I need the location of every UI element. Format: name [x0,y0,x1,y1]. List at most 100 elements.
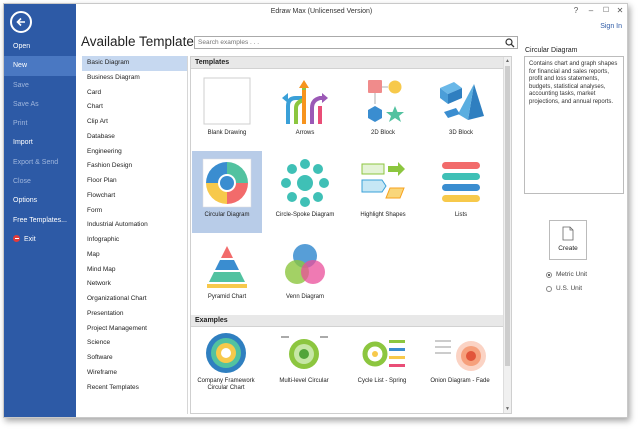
category-item[interactable]: Software [82,351,187,366]
template-label: Venn Diagram [285,294,325,300]
category-item[interactable]: Basic Diagram [82,56,187,71]
venn-icon [280,240,330,290]
sign-in-link[interactable]: Sign In [600,23,622,30]
metric-unit-label: Metric Unit [556,271,588,278]
example-tile[interactable]: Onion Diagram - Fade [425,327,495,405]
template-tile[interactable]: 2D Block [348,69,418,151]
category-item[interactable]: Network [82,277,187,292]
category-item[interactable]: Flowchart [82,189,187,204]
backstage-item-close: Close [4,172,76,191]
category-item[interactable]: Clip Art [82,115,187,130]
template-tile[interactable]: 3D Block [426,69,496,151]
minimize-icon[interactable]: – [584,6,598,15]
category-item[interactable]: Fashion Design [82,159,187,174]
backstage-item-save: Save [4,76,76,95]
title-bar: Edraw Max (Unlicensed Version) ? – ☐ ✕ [76,4,627,22]
category-item[interactable]: Form [82,204,187,219]
close-icon[interactable]: ✕ [613,6,627,15]
category-item[interactable]: Science [82,336,187,351]
backstage-item-label: Options [13,197,38,205]
template-label: Arrows [295,130,315,136]
category-item[interactable]: Map [82,248,187,263]
template-label: Lists [454,212,468,218]
category-item[interactable]: Engineering [82,145,187,160]
example-tile[interactable]: Company Framework Circular Chart [191,327,261,405]
blank-icon [202,76,252,126]
category-item[interactable]: Mind Map [82,263,187,278]
backstage-panel: Open New Save Save As Print Import Export & Se… [4,4,76,417]
category-list: Basic Diagram Business Diagram Card Chart Cl… [82,56,187,395]
circle-spoke-icon [280,158,330,208]
example-label: Onion Diagram - Fade [430,378,490,384]
category-item[interactable]: Organizational Chart [82,292,187,307]
backstage-item-export-send: Export & Send [4,153,76,172]
backstage-item-label: Close [13,178,31,186]
examples-grid: Company Framework Circular Chart Multi-l… [191,327,511,405]
app-window: Open New Save Save As Print Import Export & Se… [3,3,628,418]
arrows-icon [280,76,330,126]
backstage-item-free-templates[interactable]: Free Templates... [4,211,76,230]
category-item[interactable]: Card [82,86,187,101]
exit-icon [13,234,20,242]
maximize-icon[interactable]: ☐ [599,6,613,14]
metric-unit-option[interactable]: Metric Unit [546,271,587,278]
template-tile[interactable]: Highlight Shapes [348,151,418,233]
divider [187,56,188,414]
scroll-up-icon[interactable]: ▲ [504,57,511,65]
window-title: Edraw Max (Unlicensed Version) [270,8,373,15]
2d-block-icon [358,76,408,126]
category-item[interactable]: Industrial Automation [82,218,187,233]
category-item[interactable]: Database [82,130,187,145]
highlight-shapes-icon [358,158,408,208]
search-icon[interactable] [505,38,515,48]
category-item[interactable]: Floor Plan [82,174,187,189]
template-tile[interactable]: Lists [426,151,496,233]
template-tile[interactable]: Pyramid Chart [192,233,262,315]
template-tile[interactable]: Arrows [270,69,340,151]
search-box [194,36,518,49]
category-item[interactable]: Infographic [82,233,187,248]
category-item[interactable]: Business Diagram [82,71,187,86]
detail-description: Contains chart and graph shapes for fina… [524,56,624,194]
category-item[interactable]: Project Management [82,322,187,337]
category-item[interactable]: Presentation [82,307,187,322]
radio-icon[interactable] [546,285,552,292]
template-tile-selected[interactable]: Circular Diagram [192,151,262,233]
template-tile[interactable]: Circle-Spoke Diagram [270,151,340,233]
template-tile[interactable]: Venn Diagram [270,233,340,315]
example-thumbnail [199,332,254,374]
circular-diagram-icon [202,158,252,208]
create-button[interactable]: Create [549,220,587,260]
pyramid-icon [202,240,252,290]
backstage-item-print: Print [4,114,76,133]
backstage-item-exit[interactable]: Exit [4,230,76,249]
page-title: Available Templates [81,34,201,49]
backstage-item-import[interactable]: Import [4,133,76,152]
category-item[interactable]: Recent Templates [82,381,187,396]
3d-block-icon [436,76,486,126]
template-tile[interactable]: Blank Drawing [192,69,262,151]
backstage-item-open[interactable]: Open [4,37,76,56]
help-icon[interactable]: ? [569,6,583,15]
search-input[interactable] [195,37,495,48]
scroll-thumb[interactable] [505,66,510,366]
example-tile[interactable]: Multi-level Circular [269,327,339,405]
templates-section-header: Templates [191,57,511,69]
backstage-item-label: New [13,62,28,70]
backstage-item-new[interactable]: New [4,56,76,76]
radio-selected-icon[interactable] [546,271,552,278]
category-item[interactable]: Chart [82,100,187,115]
example-label: Multi-level Circular [279,378,329,384]
template-label: Highlight Shapes [360,212,406,218]
gallery-scrollbar[interactable]: ▲ ▼ [503,57,511,413]
lists-icon [436,158,486,208]
us-unit-option[interactable]: U.S. Unit [546,285,582,292]
category-item[interactable]: Wireframe [82,366,187,381]
back-button[interactable] [10,11,32,33]
scroll-down-icon[interactable]: ▼ [504,405,511,413]
example-thumbnail [433,332,488,374]
backstage-item-options[interactable]: Options [4,191,76,210]
example-tile[interactable]: Cycle List - Spring [347,327,417,405]
template-label: Blank Drawing [207,130,247,136]
backstage-item-label: Export & Send [13,158,59,166]
